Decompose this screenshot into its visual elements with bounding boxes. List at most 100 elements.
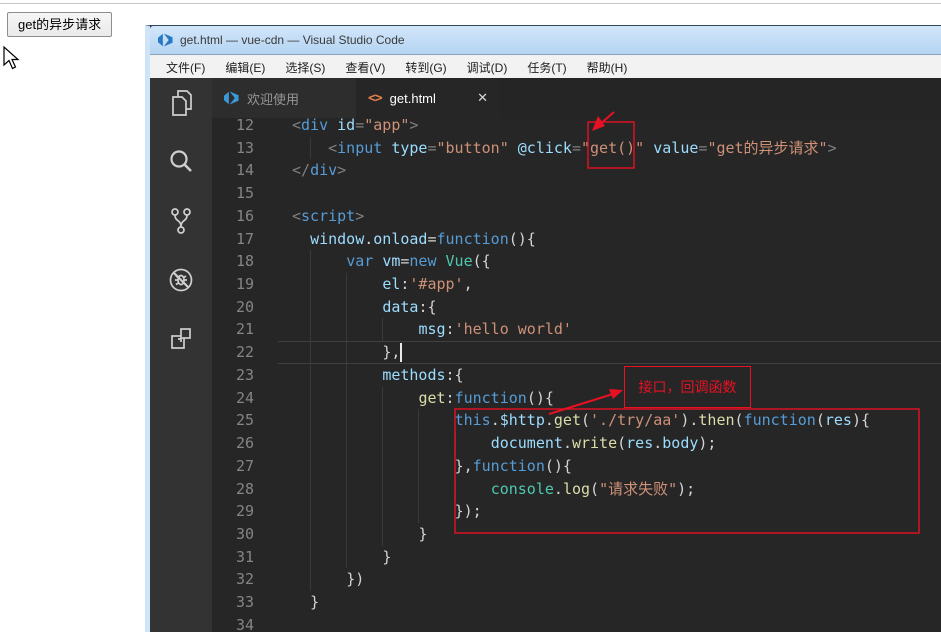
- code-line[interactable]: 13 <input type="button" @click="get()" v…: [212, 136, 941, 160]
- code-line[interactable]: 14 </div>: [212, 159, 941, 182]
- menu-item[interactable]: 查看(V): [335, 56, 395, 79]
- code-text: </div>: [292, 161, 347, 180]
- code-line[interactable]: 23 methods:{: [212, 363, 941, 387]
- code-text: document.write(res.body);: [490, 434, 717, 453]
- code-line[interactable]: 18 var vm=new Vue({: [212, 250, 941, 274]
- line-number: 31: [235, 547, 254, 566]
- code-line[interactable]: 34: [212, 614, 941, 632]
- text-cursor: [400, 343, 403, 362]
- html-file-icon: <>: [368, 90, 383, 106]
- code-line[interactable]: 17 window.onload=function(){: [212, 228, 941, 251]
- code-line[interactable]: 20 data:{: [212, 295, 941, 319]
- get-request-button[interactable]: get的异步请求: [7, 12, 113, 37]
- code-text: data:{: [382, 297, 437, 316]
- activity-debug-button[interactable]: [157, 263, 205, 297]
- line-number: 16: [235, 206, 254, 225]
- menu-item[interactable]: 调试(D): [457, 56, 518, 79]
- code-text: }: [382, 547, 392, 566]
- code-text: }): [346, 570, 365, 589]
- code-editor[interactable]: 12 <div id="app"> 13 <input type="button" …: [212, 118, 941, 632]
- line-number: 26: [235, 434, 254, 453]
- code-line[interactable]: 28 console.log("请求失败");: [212, 477, 941, 501]
- activity-explorer-button[interactable]: [157, 86, 205, 120]
- workbench: 欢迎使用 <> get.html ✕ 12 <div id="app"> 13 <i…: [150, 78, 941, 632]
- debug-no-bug-icon: [169, 268, 193, 292]
- code-line[interactable]: 29 });: [212, 500, 941, 523]
- code-text: get:function(){: [418, 388, 554, 407]
- activity-extensions-button[interactable]: [157, 322, 205, 356]
- menu-item[interactable]: 编辑(E): [215, 56, 275, 79]
- line-number: 14: [235, 161, 254, 180]
- tab-get-html[interactable]: <> get.html ✕: [356, 78, 500, 118]
- line-number: 25: [235, 411, 254, 430]
- line-number: 13: [235, 138, 254, 157]
- mouse-cursor-icon: [3, 46, 20, 70]
- code-line[interactable]: 30 }: [212, 522, 941, 546]
- vscode-window: get.html — vue-cdn — Visual Studio Code …: [145, 25, 941, 632]
- line-number: 15: [235, 184, 254, 203]
- line-number: 33: [235, 593, 254, 612]
- code-line[interactable]: 25 this.$http.get('./try/aa').then(funct…: [212, 409, 941, 433]
- code-text: },: [382, 343, 401, 362]
- vscode-logo-icon: [158, 33, 173, 47]
- code-line[interactable]: 33 }: [212, 591, 941, 614]
- code-text: methods:{: [382, 365, 464, 384]
- line-number: 23: [235, 365, 254, 384]
- line-number: 30: [235, 524, 254, 543]
- line-number: 18: [235, 252, 254, 271]
- extensions-icon: [171, 328, 191, 349]
- code-line[interactable]: 31 }: [212, 545, 941, 569]
- menu-item[interactable]: 选择(S): [275, 56, 335, 79]
- code-text: }: [310, 593, 320, 612]
- code-line[interactable]: 32 }): [212, 568, 941, 592]
- code-line[interactable]: 21 msg:'hello world': [212, 318, 941, 342]
- page-background: { "page": { "button_label": "get的异步请求" }…: [0, 0, 941, 632]
- window-title-bar: get.html — vue-cdn — Visual Studio Code: [150, 26, 941, 55]
- vscode-logo-icon: [224, 91, 239, 105]
- code-line[interactable]: 26 document.write(res.body);: [212, 432, 941, 455]
- code-line[interactable]: 15: [212, 182, 941, 205]
- menu-item[interactable]: 文件(F): [156, 56, 215, 79]
- code-line[interactable]: 27 },function(){: [212, 454, 941, 478]
- search-icon: [170, 150, 192, 172]
- code-text: },function(){: [454, 456, 572, 475]
- code-text: }: [418, 524, 428, 543]
- line-number: 29: [235, 502, 254, 521]
- code-line[interactable]: 16 <script>: [212, 205, 941, 228]
- code-line[interactable]: 19 el:'#app',: [212, 273, 941, 296]
- code-text: var vm=new Vue({: [346, 252, 491, 271]
- tab-label: 欢迎使用: [247, 91, 300, 107]
- code-lines: 12 <div id="app"> 13 <input type="button" …: [212, 118, 941, 632]
- close-icon[interactable]: ✕: [477, 90, 488, 106]
- code-line[interactable]: 12 <div id="app">: [212, 118, 941, 137]
- activity-source-control-button[interactable]: [157, 204, 205, 238]
- page-top-divider: [0, 3, 941, 4]
- code-text: msg:'hello world': [418, 320, 572, 339]
- line-number: 34: [235, 615, 254, 632]
- line-number: 24: [235, 388, 254, 407]
- menu-item[interactable]: 转到(G): [395, 56, 456, 79]
- code-text: <script>: [292, 206, 365, 225]
- source-control-icon: [171, 208, 191, 234]
- line-number: 28: [235, 479, 254, 498]
- editor-region: 欢迎使用 <> get.html ✕ 12 <div id="app"> 13 <i…: [212, 78, 941, 632]
- line-number: 20: [235, 297, 254, 316]
- menu-item[interactable]: 帮助(H): [577, 56, 638, 79]
- line-number: 22: [235, 343, 254, 362]
- code-line[interactable]: 24 get:function(){: [212, 386, 941, 410]
- tab-label: get.html: [389, 90, 436, 106]
- code-line[interactable]: 22 },: [212, 341, 941, 364]
- line-number: 21: [235, 320, 254, 339]
- menu-item[interactable]: 任务(T): [517, 56, 576, 79]
- menu-bar: 文件(F) 编辑(E) 选择(S) 查看(V) 转到(G) 调试(D) 任务(T) 帮助(H): [150, 55, 941, 79]
- line-number: 17: [235, 229, 254, 248]
- code-text: });: [454, 502, 482, 521]
- code-text: console.log("请求失败");: [490, 479, 696, 498]
- line-number: 19: [235, 275, 254, 294]
- tab-welcome[interactable]: 欢迎使用: [212, 78, 356, 118]
- line-number: 12: [235, 118, 254, 134]
- line-number: 27: [235, 456, 254, 475]
- activity-search-button[interactable]: [157, 145, 205, 179]
